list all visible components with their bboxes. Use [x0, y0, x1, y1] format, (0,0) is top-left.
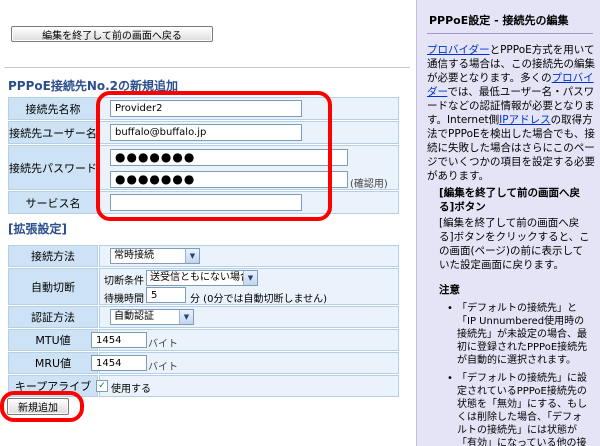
wait-label: 待機時間 [104, 294, 144, 305]
wait-time-input[interactable]: 5 [146, 287, 186, 303]
mtu-input[interactable]: 1454 [91, 332, 147, 348]
help-heading: [編集を終了して前の画面へ戻る]ボタン [439, 187, 580, 213]
method-cell: 常時接続 ▼ [99, 245, 399, 267]
help-panel: PPPoE設定 - 接続先の編集 プロバイダーとPPPoE方式を用いて通信する場… [416, 0, 600, 446]
help-heading-note: 注意 [439, 284, 460, 296]
name-label: 接続先名称 [8, 97, 98, 120]
help-paragraph: プロバイダーとPPPoE方式を用いて通信する場合は、この接続先の編集が必要となり… [427, 43, 595, 183]
mru-unit: バイト [148, 362, 178, 373]
back-button[interactable]: 編集を終了して前の画面へ戻る [11, 26, 213, 42]
help-paragraph: [編集を終了して前の画面へ戻る]ボタンをクリックすると、この画面(ページ)の前に… [439, 217, 590, 271]
disconnect-cell: 切断条件 送受信ともにない場合 ▼ 待機時間 5 分 (0分では自動切断しません… [99, 268, 399, 305]
auth-cell: 自動認証 ▼ [99, 306, 399, 328]
chevron-down-icon: ▼ [179, 310, 193, 324]
divider [4, 67, 410, 68]
password-label: 接続先パスワード [8, 145, 98, 190]
keepalive-checkbox[interactable]: ✓ [96, 380, 108, 392]
cond-label: 切断条件 [104, 276, 144, 287]
keepalive-cell: ✓ 使用する [96, 375, 399, 397]
main-panel: 編集を終了して前の画面へ戻る PPPoE接続先No.2の新規追加 接続先名称 P… [0, 0, 416, 446]
auth-select-value: 自動認証 [114, 311, 154, 322]
keepalive-check-label: 使用する [111, 384, 151, 395]
mtu-cell: 1454 バイト [91, 329, 399, 351]
highlight-frame-add [0, 391, 84, 422]
mru-cell: 1454 バイト [91, 352, 399, 374]
help-divider [427, 33, 593, 34]
chevron-down-icon: ▼ [185, 249, 199, 263]
auth-label: 認証方法 [8, 306, 98, 328]
mru-input[interactable]: 1454 [91, 355, 147, 371]
help-bullet: 「デフォルトの接続先」と「IP Unnumbered使用時の接続先」が未設定の場… [439, 302, 591, 367]
method-select-value: 常時接続 [114, 250, 154, 261]
method-select[interactable]: 常時接続 ▼ [110, 248, 200, 264]
cond-select-value: 送受信ともにない場合 [150, 272, 250, 283]
method-label: 接続方法 [8, 245, 98, 267]
auth-select[interactable]: 自動認証 ▼ [110, 309, 194, 325]
disconnect-label: 自動切断 [8, 268, 98, 305]
chevron-down-icon: ▼ [243, 271, 257, 285]
password-confirm-note: (確認用) [350, 179, 388, 190]
help-title: PPPoE設定 - 接続先の編集 [429, 14, 569, 27]
section-title-extended: [拡張設定] [8, 222, 67, 236]
mtu-label: MTU値 [8, 329, 98, 351]
username-label: 接続先ユーザー名 [8, 121, 98, 144]
help-bullet: 「デフォルトの接続先」に設定されているPPPoE接続先の状態を「無効」にする、も… [439, 372, 591, 446]
service-name-label: サービス名 [8, 191, 98, 214]
wait-note: 分 (0分では自動切断しません) [190, 294, 328, 305]
cond-select[interactable]: 送受信ともにない場合 ▼ [146, 270, 258, 286]
mtu-unit: バイト [148, 339, 178, 350]
highlight-frame-fields [96, 91, 332, 221]
provider-link[interactable]: プロバイダー [427, 44, 490, 56]
mru-label: MRU値 [8, 352, 98, 374]
ip-address-link[interactable]: IPアドレス [499, 114, 550, 126]
